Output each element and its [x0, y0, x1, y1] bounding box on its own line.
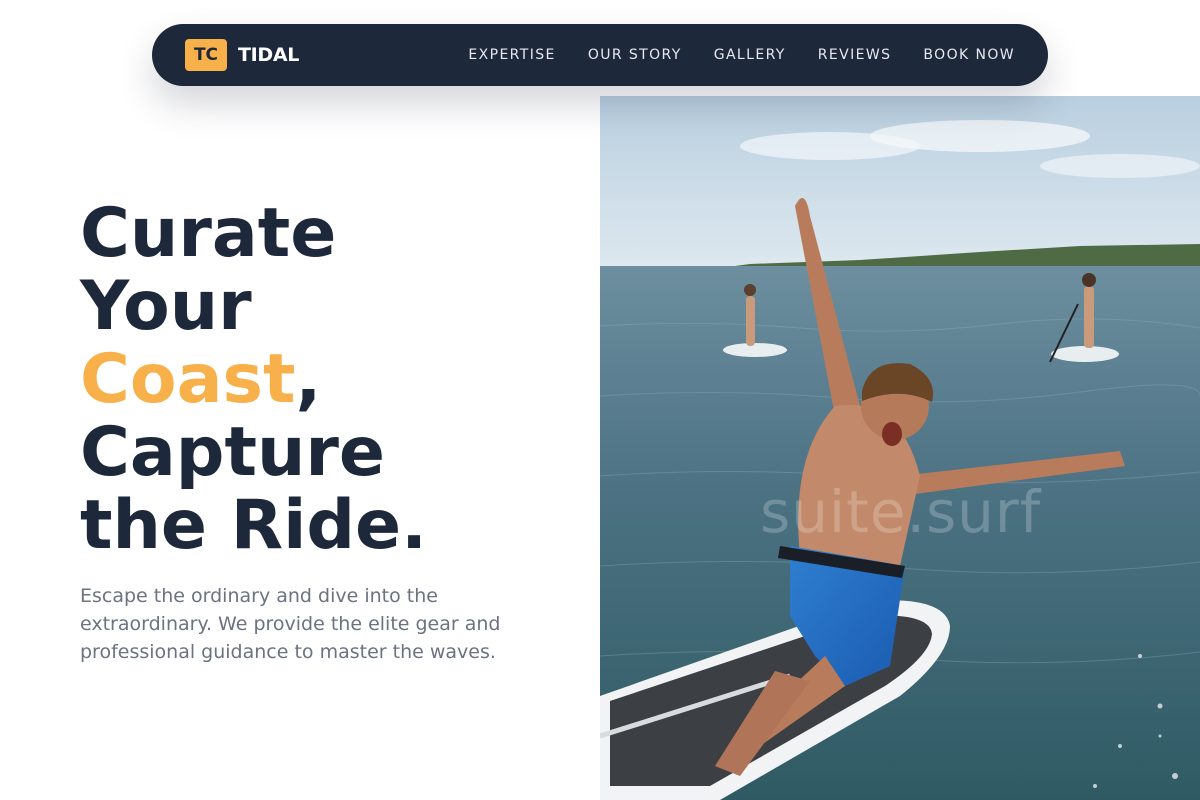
nav-link-reviews[interactable]: REVIEWS — [818, 47, 892, 63]
hero-title-line-1: Curate — [80, 194, 337, 273]
hero-title-line-2: Your — [80, 267, 252, 346]
nav-link-expertise[interactable]: EXPERTISE — [468, 47, 555, 63]
logo-badge: TC — [185, 39, 227, 71]
hero-title-line-3: Coast, — [80, 343, 580, 416]
paddleboard-photo — [600, 96, 1200, 800]
hero-photo: suite.surf — [600, 96, 1200, 800]
brand-name: TIDAL — [238, 44, 300, 66]
landing-page: TC TIDAL EXPERTISE OUR STORY GALLERY REV… — [0, 0, 1200, 800]
nav-link-gallery[interactable]: GALLERY — [714, 47, 786, 63]
nav-link-our-story[interactable]: OUR STORY — [588, 47, 682, 63]
hero-description: Escape the ordinary and dive into the ex… — [80, 585, 501, 663]
hero-title-accent: Coast — [80, 340, 296, 419]
sky — [600, 96, 1200, 266]
hero-title-line-5: the Ride. — [80, 486, 428, 565]
top-navbar: TC TIDAL EXPERTISE OUR STORY GALLERY REV… — [152, 24, 1048, 86]
nav-link-book-now[interactable]: BOOK NOW — [923, 47, 1015, 63]
brand-logo[interactable]: TC TIDAL — [185, 39, 299, 71]
hero-title-line-4: Capture — [80, 413, 386, 492]
hero-title-comma: , — [295, 340, 322, 419]
hero-title: Curate Your Coast, Capture the Ride. — [80, 197, 580, 562]
nav-links: EXPERTISE OUR STORY GALLERY REVIEWS BOOK… — [468, 47, 1015, 63]
